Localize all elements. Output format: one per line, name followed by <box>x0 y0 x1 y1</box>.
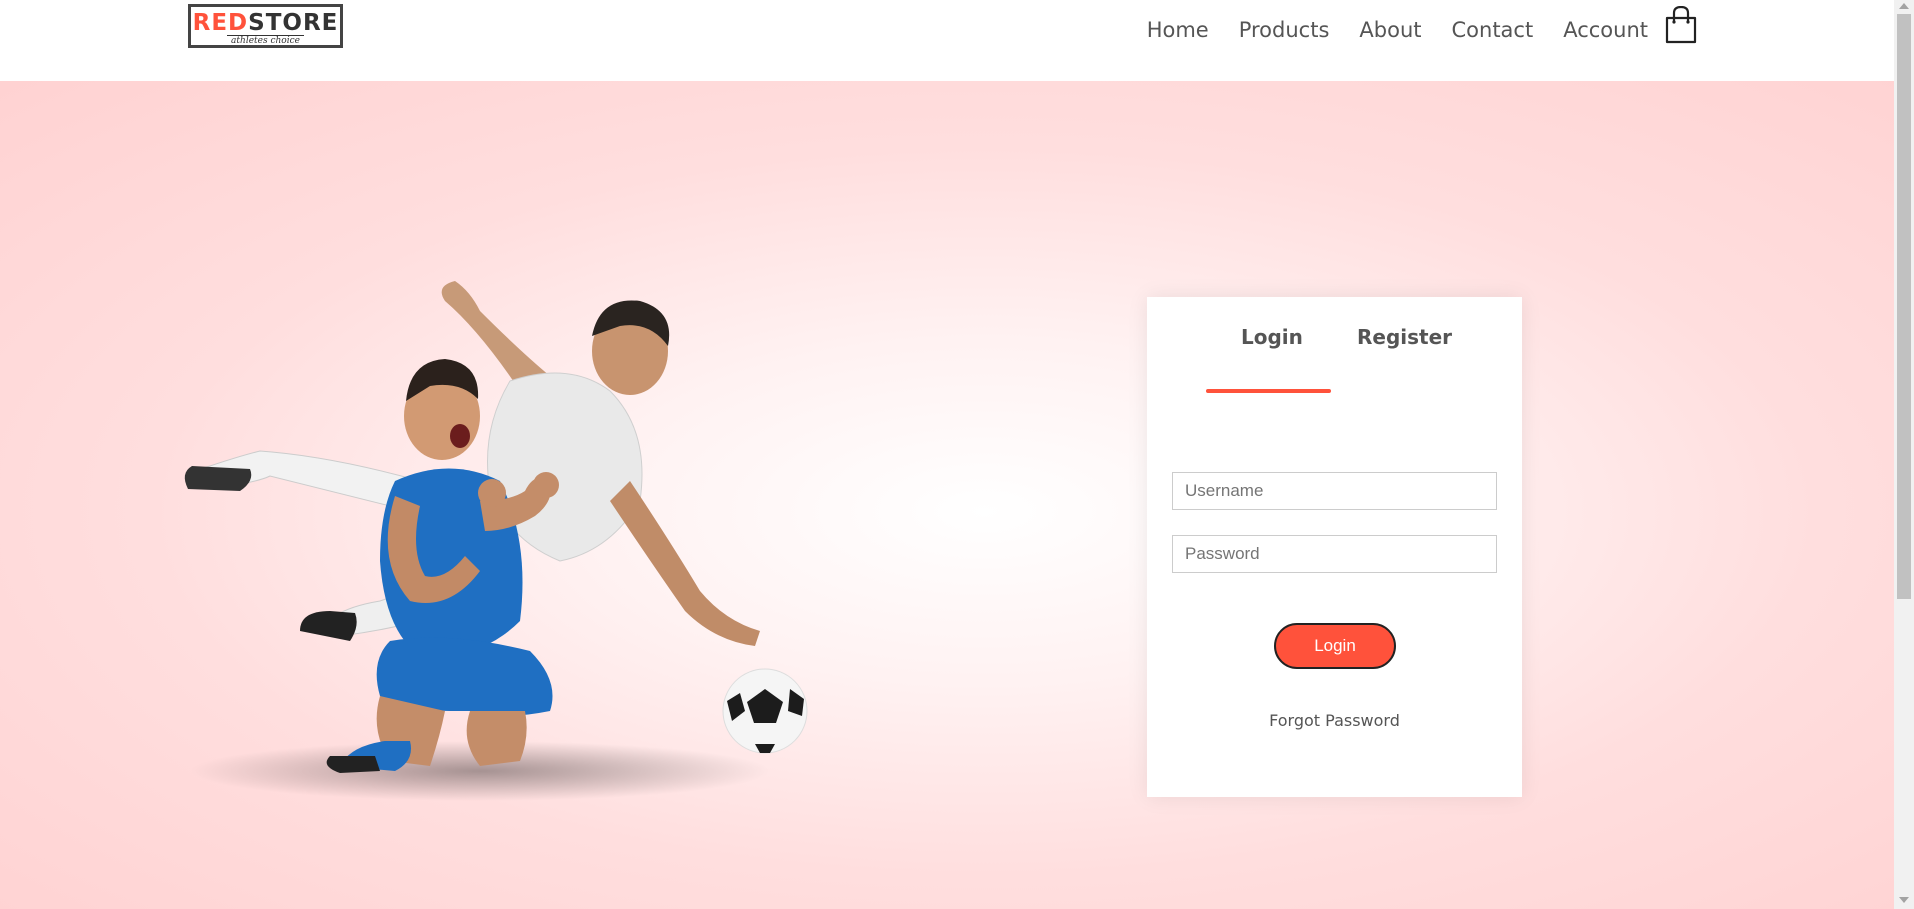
nav-about-link[interactable]: About <box>1359 16 1421 44</box>
hero-section <box>0 81 1894 909</box>
nav-account-link[interactable]: Account <box>1563 16 1648 44</box>
shopping-bag-icon[interactable] <box>1665 5 1697 44</box>
login-submit-button[interactable]: Login <box>1274 623 1396 669</box>
navbar: REDSTORE athletes choice Home Products A… <box>0 0 1894 81</box>
vertical-scrollbar[interactable] <box>1894 0 1914 909</box>
form-tabs: Login Register <box>1147 325 1522 393</box>
nav-products-link[interactable]: Products <box>1239 16 1330 44</box>
scrollbar-thumb[interactable] <box>1897 14 1911 599</box>
tab-login[interactable]: Login <box>1241 325 1303 349</box>
logo-tagline: athletes choice <box>227 35 304 46</box>
logo-red-text: RED <box>192 10 249 36</box>
nav-contact-link[interactable]: Contact <box>1452 16 1534 44</box>
logo-dark-text: STORE <box>248 10 339 36</box>
logo-wordmark: REDSTORE <box>193 11 339 35</box>
password-input[interactable] <box>1172 535 1497 573</box>
scroll-up-arrow-icon[interactable] <box>1899 3 1909 9</box>
username-input[interactable] <box>1172 472 1497 510</box>
forgot-password-link[interactable]: Forgot Password <box>1147 711 1522 730</box>
active-tab-indicator <box>1206 389 1331 393</box>
nav-menu: Home Products About Contact Account <box>1117 16 1648 44</box>
tab-register[interactable]: Register <box>1357 325 1452 349</box>
brand-logo[interactable]: REDSTORE athletes choice <box>188 4 343 48</box>
login-page: REDSTORE athletes choice Home Products A… <box>0 0 1914 909</box>
scroll-down-arrow-icon[interactable] <box>1899 897 1909 903</box>
football-players-image <box>180 241 900 801</box>
login-form-card: Login Register Login Forgot Password <box>1147 297 1522 797</box>
nav-home-link[interactable]: Home <box>1147 16 1209 44</box>
